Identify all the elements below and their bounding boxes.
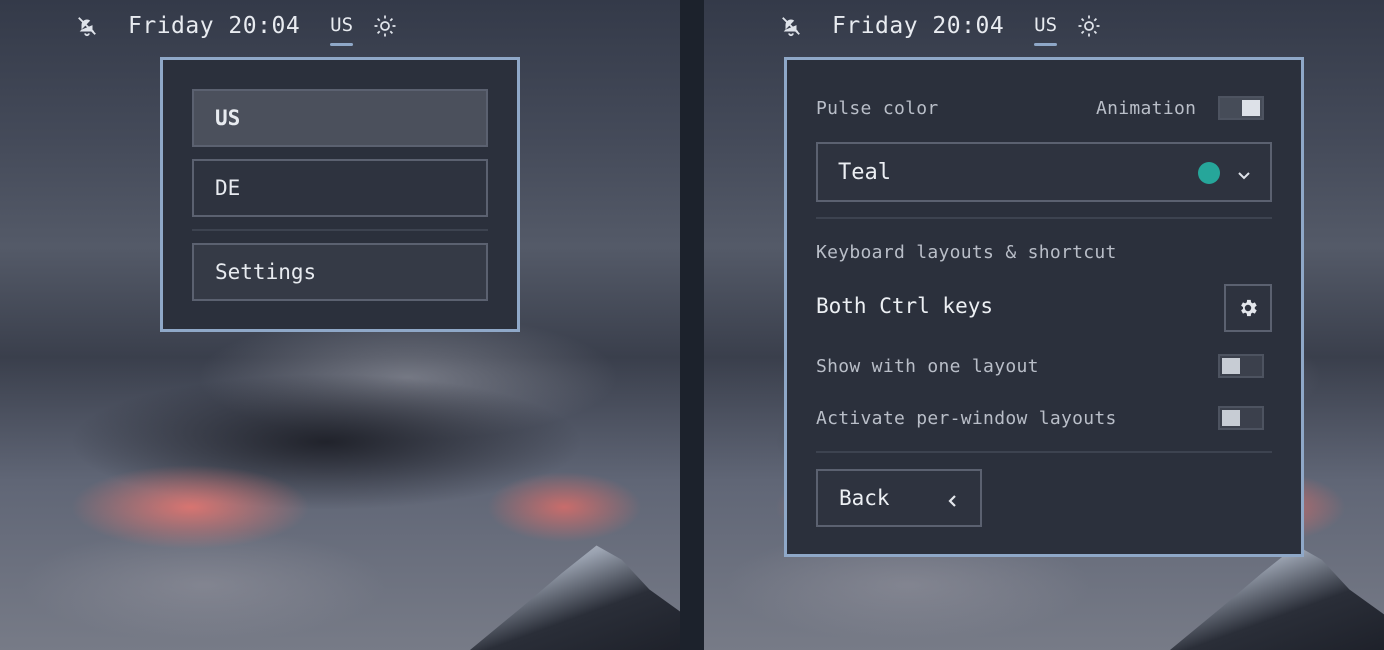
top-bar-left: Friday 20:04 US	[76, 8, 397, 46]
shortcut-settings-button[interactable]	[1224, 284, 1272, 332]
keyboard-layout-indicator[interactable]: US	[330, 14, 353, 46]
chevron-left-icon	[946, 490, 960, 514]
layout-option-de[interactable]: DE	[192, 159, 488, 217]
pulse-color-value: Teal	[838, 159, 891, 185]
per-window-label: Activate per-window layouts	[816, 408, 1117, 429]
show-one-layout-label: Show with one layout	[816, 356, 1039, 377]
keyboard-section-label: Keyboard layouts & shortcut	[816, 242, 1117, 263]
sun-icon[interactable]	[1077, 14, 1101, 38]
animation-label: Animation	[1096, 98, 1197, 119]
show-one-layout-toggle[interactable]	[1218, 354, 1264, 378]
back-button-label: Back	[839, 486, 890, 510]
layout-menu-popup: US DE Settings	[160, 57, 520, 332]
bell-off-icon[interactable]	[76, 15, 98, 37]
pulse-color-select[interactable]: Teal	[816, 142, 1272, 202]
pulse-color-label: Pulse color	[816, 98, 939, 119]
toggle-knob	[1242, 100, 1260, 116]
sun-icon[interactable]	[373, 14, 397, 38]
shortcut-value: Both Ctrl keys	[816, 294, 994, 318]
screen-divider	[680, 0, 704, 650]
toggle-knob	[1222, 410, 1240, 426]
bell-off-icon[interactable]	[780, 15, 802, 37]
gear-icon	[1241, 299, 1257, 317]
keyboard-layout-indicator[interactable]: US	[1034, 14, 1057, 46]
chevron-down-icon	[1236, 164, 1252, 189]
settings-button[interactable]: Settings	[192, 243, 488, 301]
color-swatch	[1198, 162, 1220, 184]
layout-option-us[interactable]: US	[192, 89, 488, 147]
per-window-toggle[interactable]	[1218, 406, 1264, 430]
back-button[interactable]: Back	[816, 469, 982, 527]
top-bar-right: Friday 20:04 US	[780, 8, 1101, 46]
section-separator	[816, 217, 1272, 219]
animation-toggle[interactable]	[1218, 96, 1264, 120]
settings-popup: Pulse color Animation Teal Keyboard layo…	[784, 57, 1304, 557]
clock-text[interactable]: Friday 20:04	[128, 13, 300, 39]
section-separator	[816, 451, 1272, 453]
clock-text[interactable]: Friday 20:04	[832, 13, 1004, 39]
menu-separator	[192, 229, 488, 231]
mountain-peak	[470, 545, 680, 650]
toggle-knob	[1222, 358, 1240, 374]
